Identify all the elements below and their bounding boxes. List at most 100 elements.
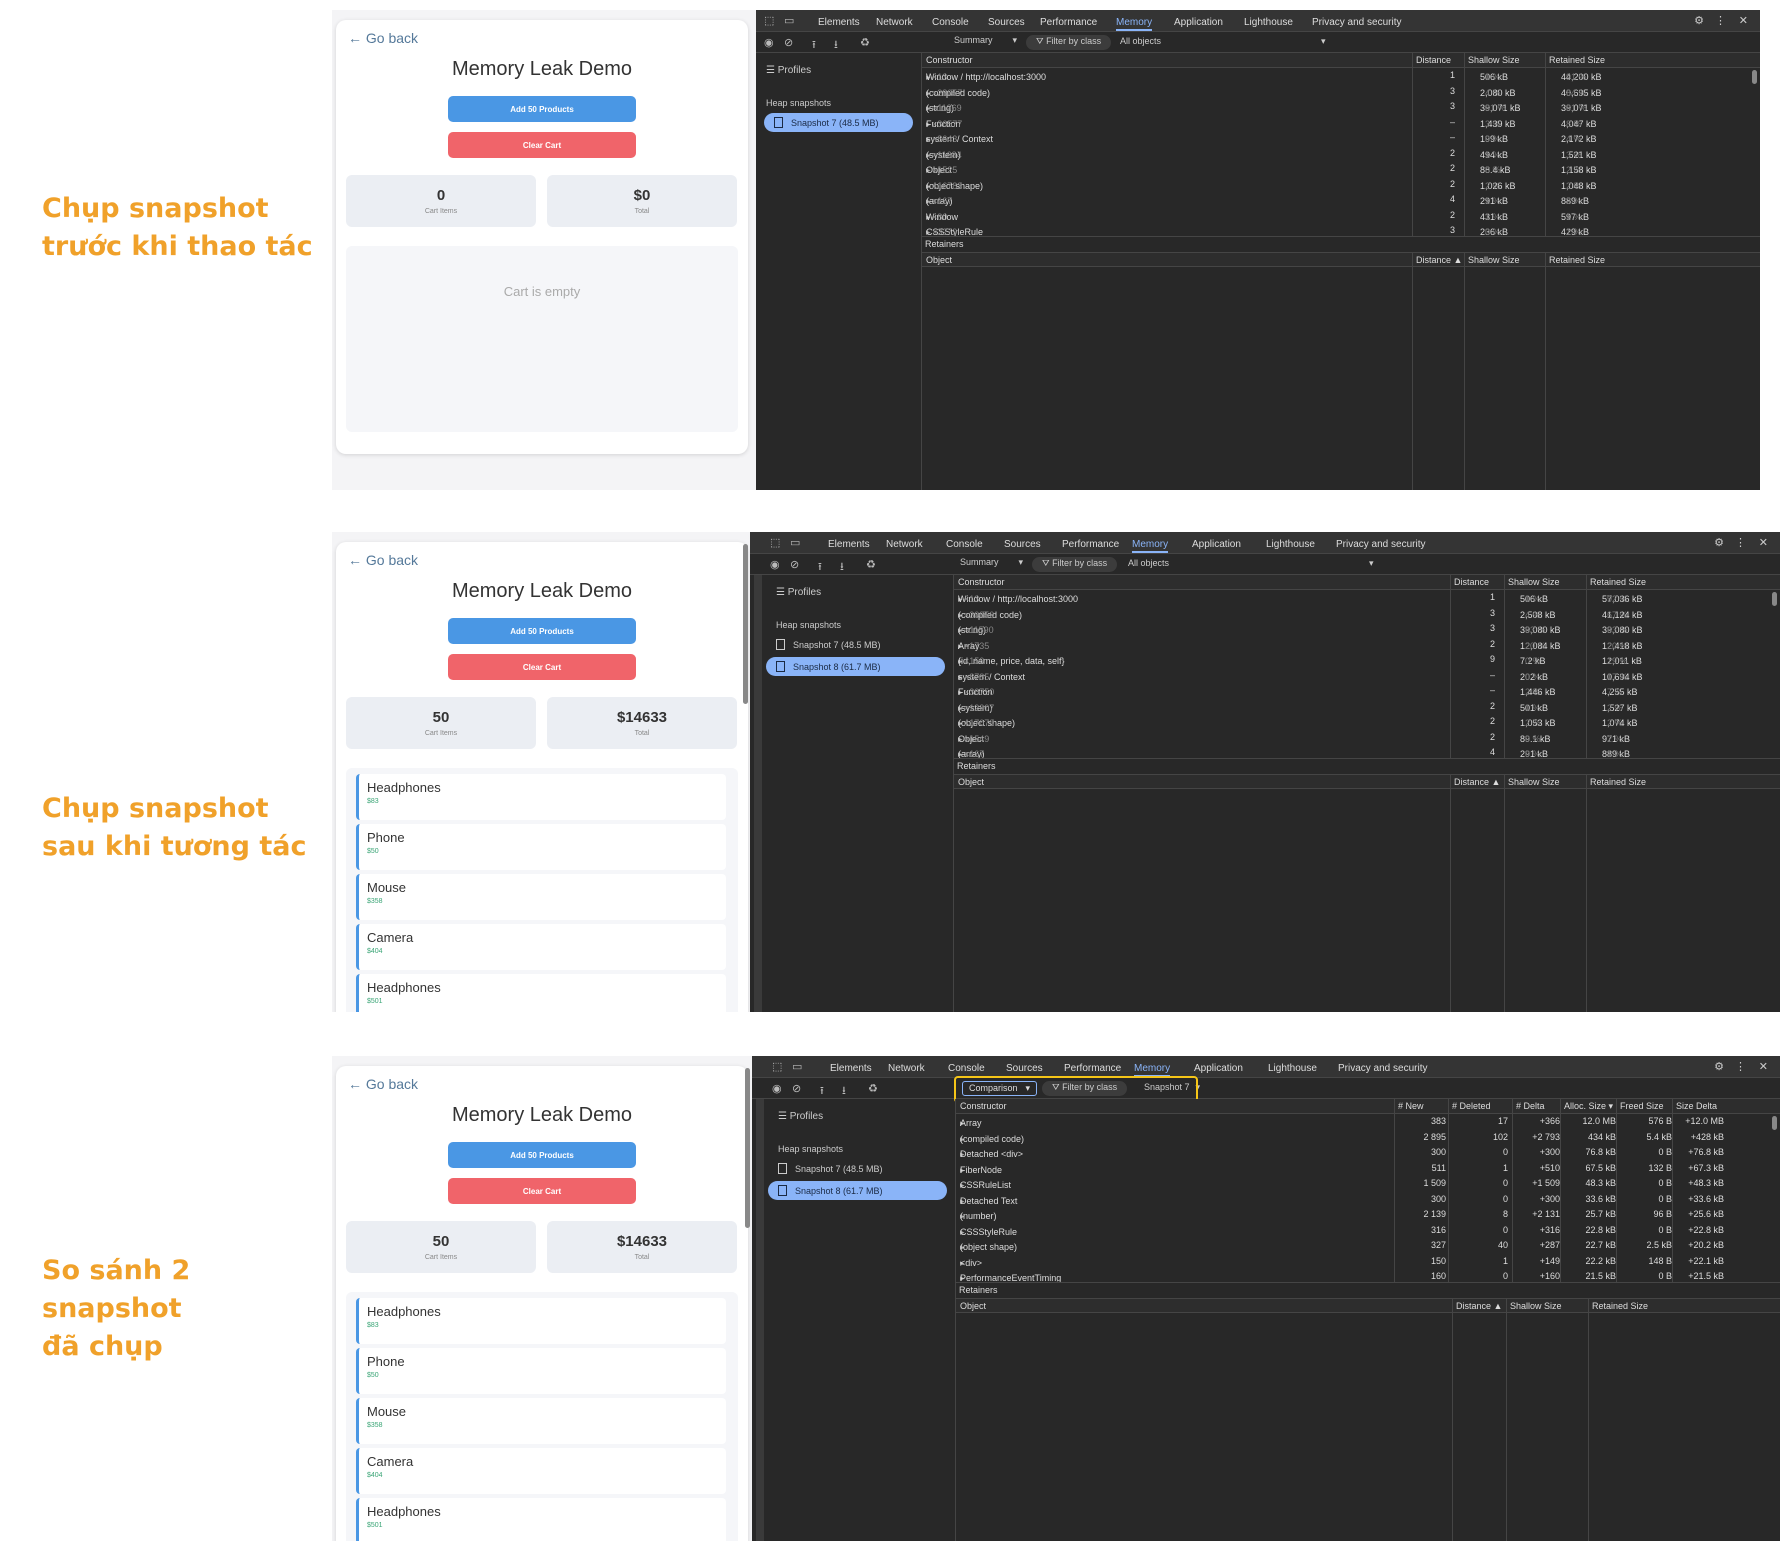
tab-lighthouse[interactable]: Lighthouse xyxy=(1268,1063,1317,1074)
gear-icon[interactable]: ⚙ xyxy=(1714,1060,1724,1073)
record-icon[interactable]: ◉ xyxy=(772,1082,782,1095)
table-row[interactable]: ▸ (string) ×11269 3 39,071 kB 81 % 39,071 kB 81… xyxy=(922,99,1760,114)
inspect-icon[interactable]: ⬚ xyxy=(772,1060,782,1073)
snapshot-8-item[interactable]: Snapshot 8 (61.7 MB) xyxy=(768,1181,947,1200)
inspect-icon[interactable]: ⬚ xyxy=(770,536,780,549)
table-row[interactable]: ▸ (object shape) 327 40 +287 22.7 kB 2.5 kB +20… xyxy=(956,1238,1780,1253)
tab-sources[interactable]: Sources xyxy=(1006,1063,1043,1074)
cart-item[interactable]: Camera $404 xyxy=(356,1448,726,1494)
tab-memory[interactable]: Memory xyxy=(1116,17,1153,31)
add-products-button[interactable]: Add 50 Products xyxy=(448,96,636,122)
tab-application[interactable]: Application xyxy=(1194,1063,1243,1074)
col-distance[interactable]: Distance ▲ xyxy=(1456,1301,1502,1311)
col-distance[interactable]: Distance xyxy=(1454,577,1489,587)
go-back-link[interactable]: ← Go back xyxy=(348,30,418,46)
tab-application[interactable]: Application xyxy=(1174,17,1223,28)
col-distance[interactable]: Distance xyxy=(1416,55,1451,65)
gear-icon[interactable]: ⚙ xyxy=(1714,536,1724,549)
sidebar-scrollbar[interactable] xyxy=(754,575,762,1012)
tab-privacy[interactable]: Privacy and security xyxy=(1312,17,1401,28)
col-shallow[interactable]: Shallow Size xyxy=(1508,777,1560,787)
tab-memory[interactable]: Memory xyxy=(1134,1063,1171,1077)
garbage-collect-icon[interactable]: ♻ xyxy=(860,36,870,49)
table-row[interactable]: ▸ Object ×1549 2 89.1 kB 0 % 971 kB 2 % xyxy=(954,730,1780,745)
table-row[interactable]: ▸ (object shape) ×17070 2 1,053 kB 2 % 1,074 k… xyxy=(954,714,1780,729)
scrollbar-thumb[interactable] xyxy=(1772,592,1777,606)
tab-elements[interactable]: Elements xyxy=(828,539,870,550)
clear-cart-button[interactable]: Clear Cart xyxy=(448,1178,636,1204)
go-back-link[interactable]: ← Go back xyxy=(348,552,418,568)
add-products-button[interactable]: Add 50 Products xyxy=(448,618,636,644)
add-products-button[interactable]: Add 50 Products xyxy=(448,1142,636,1168)
close-icon[interactable]: ✕ xyxy=(1739,14,1748,27)
tab-performance[interactable]: Performance xyxy=(1040,17,1097,28)
table-row[interactable]: ▸ <div> 150 1 +149 22.2 kB 148 B +22.1 kB xyxy=(956,1254,1780,1269)
more-options-icon[interactable]: ⋮ xyxy=(1735,1060,1746,1073)
clear-icon[interactable]: ⊘ xyxy=(792,1082,801,1095)
close-icon[interactable]: ✕ xyxy=(1759,1060,1768,1073)
page-scrollbar[interactable] xyxy=(745,1068,750,1228)
cart-item[interactable]: Headphones $501 xyxy=(356,1498,726,1541)
tab-elements[interactable]: Elements xyxy=(830,1063,872,1074)
class-filter-input[interactable]: ⛛ Filter by class xyxy=(1026,35,1112,50)
clear-cart-button[interactable]: Clear Cart xyxy=(448,132,636,158)
table-row[interactable]: ▸ (number) 2 139 8 +2 131 25.7 kB 96 B +25.6 kB xyxy=(956,1207,1780,1222)
clear-icon[interactable]: ⊘ xyxy=(784,36,793,49)
objects-select[interactable]: All objects ▾ xyxy=(1120,36,1326,47)
col-distance[interactable]: Distance ▲ xyxy=(1454,777,1500,787)
table-row[interactable]: ▸ (object shape) ×16783 2 1,026 kB 2 % 1,048 k… xyxy=(922,177,1760,192)
table-row[interactable]: ▸ {id, name, price, data, self} ×150 9 7.2 k… xyxy=(954,652,1780,667)
class-filter-input[interactable]: ⛛ Filter by class xyxy=(1032,557,1118,572)
cart-item[interactable]: Headphones $83 xyxy=(356,774,726,820)
tab-network[interactable]: Network xyxy=(886,539,923,550)
more-options-icon[interactable]: ⋮ xyxy=(1735,536,1746,549)
page-scrollbar[interactable] xyxy=(743,544,748,704)
col-size-delta[interactable]: Size Delta xyxy=(1676,1101,1717,1111)
table-row[interactable]: ▸ Array 383 17 +366 12.0 MB 576 B +12.0 MB xyxy=(956,1114,1780,1129)
scrollbar-thumb[interactable] xyxy=(1752,70,1757,84)
tab-performance[interactable]: Performance xyxy=(1062,539,1119,550)
close-icon[interactable]: ✕ xyxy=(1759,536,1768,549)
table-row[interactable]: ▸ (compiled code) 2 895 102 +2 793 434 kB 5.4 … xyxy=(956,1130,1780,1145)
table-row[interactable]: ▸ (string) ×11590 3 39,080 kB 63 % 39,080 kB 63… xyxy=(954,621,1780,636)
go-back-link[interactable]: ← Go back xyxy=(348,1076,418,1092)
table-row[interactable]: ▸ CSSRuleList 1 509 0 +1 509 48.3 kB 0 B +48.3 … xyxy=(956,1176,1780,1191)
table-row[interactable]: ▸ (compiled code) ×28057 3 2,080 kB 4 % 40,695… xyxy=(922,84,1760,99)
col-constructor[interactable]: Constructor xyxy=(960,1101,1007,1111)
cart-item[interactable]: Phone $50 xyxy=(356,824,726,870)
tab-sources[interactable]: Sources xyxy=(988,17,1025,28)
snapshot-7-item[interactable]: Snapshot 7 (48.5 MB) xyxy=(764,113,913,132)
cart-item[interactable]: Headphones $501 xyxy=(356,974,726,1012)
record-icon[interactable]: ◉ xyxy=(770,558,780,571)
table-row[interactable]: ▸ system / Context ×8643–199 kB 0 % 2,172 kB… xyxy=(922,130,1760,145)
objects-select[interactable]: All objects ▾ xyxy=(1128,558,1374,569)
col-constructor[interactable]: Constructor xyxy=(926,55,973,65)
tab-privacy[interactable]: Privacy and security xyxy=(1338,1063,1427,1074)
col-shallow[interactable]: Shallow Size xyxy=(1468,255,1520,265)
table-row[interactable]: ▸ FiberNode 511 1 +510 67.5 kB 132 B +67.3 kB xyxy=(956,1161,1780,1176)
tab-network[interactable]: Network xyxy=(888,1063,925,1074)
col-shallow[interactable]: Shallow Size xyxy=(1510,1301,1562,1311)
col-distance[interactable]: Distance ▲ xyxy=(1416,255,1462,265)
table-row[interactable]: ▸ (array) ×167 4 291 kB 1 % 889 kB 2 % xyxy=(922,192,1760,207)
snapshot-7-item[interactable]: Snapshot 7 (48.5 MB) xyxy=(768,1159,947,1178)
col-object[interactable]: Object xyxy=(960,1301,986,1311)
scrollbar-thumb[interactable] xyxy=(1772,1116,1777,1130)
col-retained[interactable]: Retained Size xyxy=(1590,777,1646,787)
clear-icon[interactable]: ⊘ xyxy=(790,558,799,571)
garbage-collect-icon[interactable]: ♻ xyxy=(868,1082,878,1095)
clear-cart-button[interactable]: Clear Cart xyxy=(448,654,636,680)
table-row[interactable]: ▸ Window ×80 2 431 kB 1 % 597 kB 1 % xyxy=(922,208,1760,223)
col-shallow[interactable]: Shallow Size xyxy=(1508,577,1560,587)
record-icon[interactable]: ◉ xyxy=(764,36,774,49)
tab-console[interactable]: Console xyxy=(932,17,969,28)
col-retained[interactable]: Retained Size xyxy=(1549,55,1605,65)
tab-sources[interactable]: Sources xyxy=(1004,539,1041,550)
table-row[interactable]: ▸ (system) ×12207 2 501 kB 1 % 1,527 kB 2 % xyxy=(954,699,1780,714)
tab-memory[interactable]: Memory xyxy=(1132,539,1169,553)
garbage-collect-icon[interactable]: ♻ xyxy=(866,558,876,571)
col-object[interactable]: Object xyxy=(958,777,984,787)
device-toggle-icon[interactable]: ▭ xyxy=(784,14,794,27)
cart-item[interactable]: Mouse $358 xyxy=(356,874,726,920)
snapshot-7-item[interactable]: Snapshot 7 (48.5 MB) xyxy=(766,635,945,654)
